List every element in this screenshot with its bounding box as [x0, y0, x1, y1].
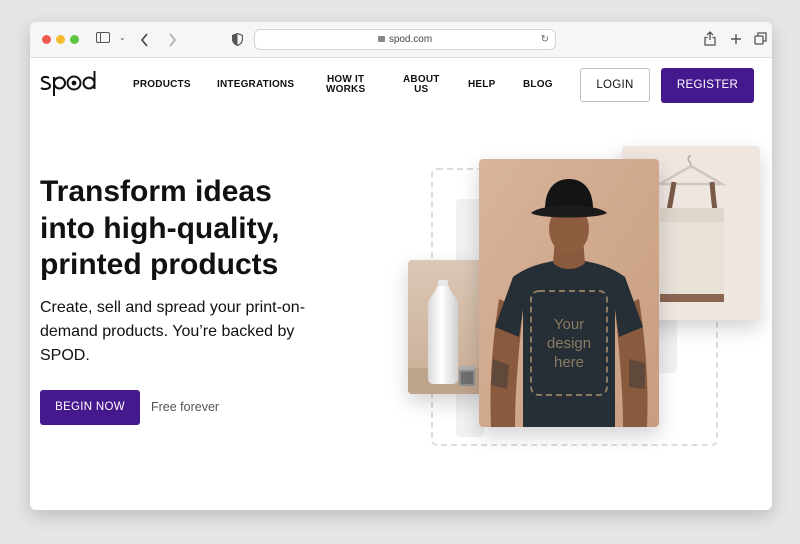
nav-help-label: HELP	[468, 79, 496, 90]
maximize-window-button[interactable]	[70, 35, 79, 44]
shirt-design-text-line: Your	[554, 316, 584, 333]
chevron-down-icon[interactable]: ⌄	[119, 34, 126, 42]
nav-integrations-label: INTEGRATIONS	[217, 79, 295, 90]
model-tshirt-image: Your design here	[479, 159, 659, 427]
reload-icon[interactable]: ↻	[541, 30, 549, 49]
hero-subheading-line: demand products. You’re backed by	[40, 323, 295, 340]
new-tab-icon[interactable]	[730, 33, 742, 45]
back-icon[interactable]	[140, 33, 150, 47]
nav-about-us[interactable]: ABOUT US	[403, 75, 440, 95]
url-text: spod.com	[388, 34, 433, 45]
shirt-design-text-line: here	[554, 354, 584, 371]
nav-integrations[interactable]: INTEGRATIONS	[217, 80, 294, 90]
login-button[interactable]: LOGIN	[580, 68, 650, 102]
browser-window: ⌄ spod.com ↻ PRODUCTS INTEGRATIONS HOW I…	[30, 22, 772, 510]
hero-headline-line: into high-quality,	[40, 211, 280, 245]
sidebar-icon[interactable]	[96, 32, 110, 43]
nav-about-us-line2: US	[414, 84, 429, 95]
site-header: PRODUCTS INTEGRATIONS HOW IT WORKS ABOUT…	[30, 58, 772, 118]
begin-now-button[interactable]: BEGIN NOW	[40, 390, 140, 425]
lock-icon	[377, 36, 385, 42]
free-forever-note: Free forever	[151, 400, 220, 414]
water-bottle-image	[408, 260, 482, 394]
nav-products[interactable]: PRODUCTS	[133, 80, 191, 90]
nav-products-label: PRODUCTS	[133, 79, 191, 90]
nav-blog-label: BLOG	[523, 79, 553, 90]
share-icon[interactable]	[704, 31, 716, 46]
nav-blog[interactable]: BLOG	[523, 80, 553, 90]
browser-toolbar: ⌄ spod.com ↻	[30, 22, 772, 58]
hero-headline-line: Transform ideas	[40, 175, 272, 208]
spod-logo[interactable]	[39, 68, 107, 98]
hero-headline: Transform ideas into high-quality, print…	[40, 174, 360, 284]
nav-help[interactable]: HELP	[468, 80, 495, 90]
hero-subheading-line: Create, sell and spread your print-on-	[40, 299, 306, 316]
minimize-window-button[interactable]	[56, 35, 65, 44]
nav-how-it-works[interactable]: HOW IT WORKS	[326, 75, 365, 95]
shield-icon[interactable]	[232, 33, 243, 46]
forward-icon[interactable]	[167, 33, 177, 47]
close-window-button[interactable]	[42, 35, 51, 44]
shirt-design-text-line: design	[547, 335, 591, 352]
hero-subheading-line: SPOD.	[40, 347, 90, 364]
address-bar[interactable]: spod.com ↻	[254, 29, 556, 50]
tabs-icon[interactable]	[754, 32, 767, 45]
nav-how-it-works-line2: WORKS	[326, 84, 366, 95]
hero-headline-line: printed products	[40, 248, 279, 281]
register-button[interactable]: REGISTER	[661, 68, 754, 103]
hero-subheading: Create, sell and spread your print-on- d…	[40, 296, 340, 368]
